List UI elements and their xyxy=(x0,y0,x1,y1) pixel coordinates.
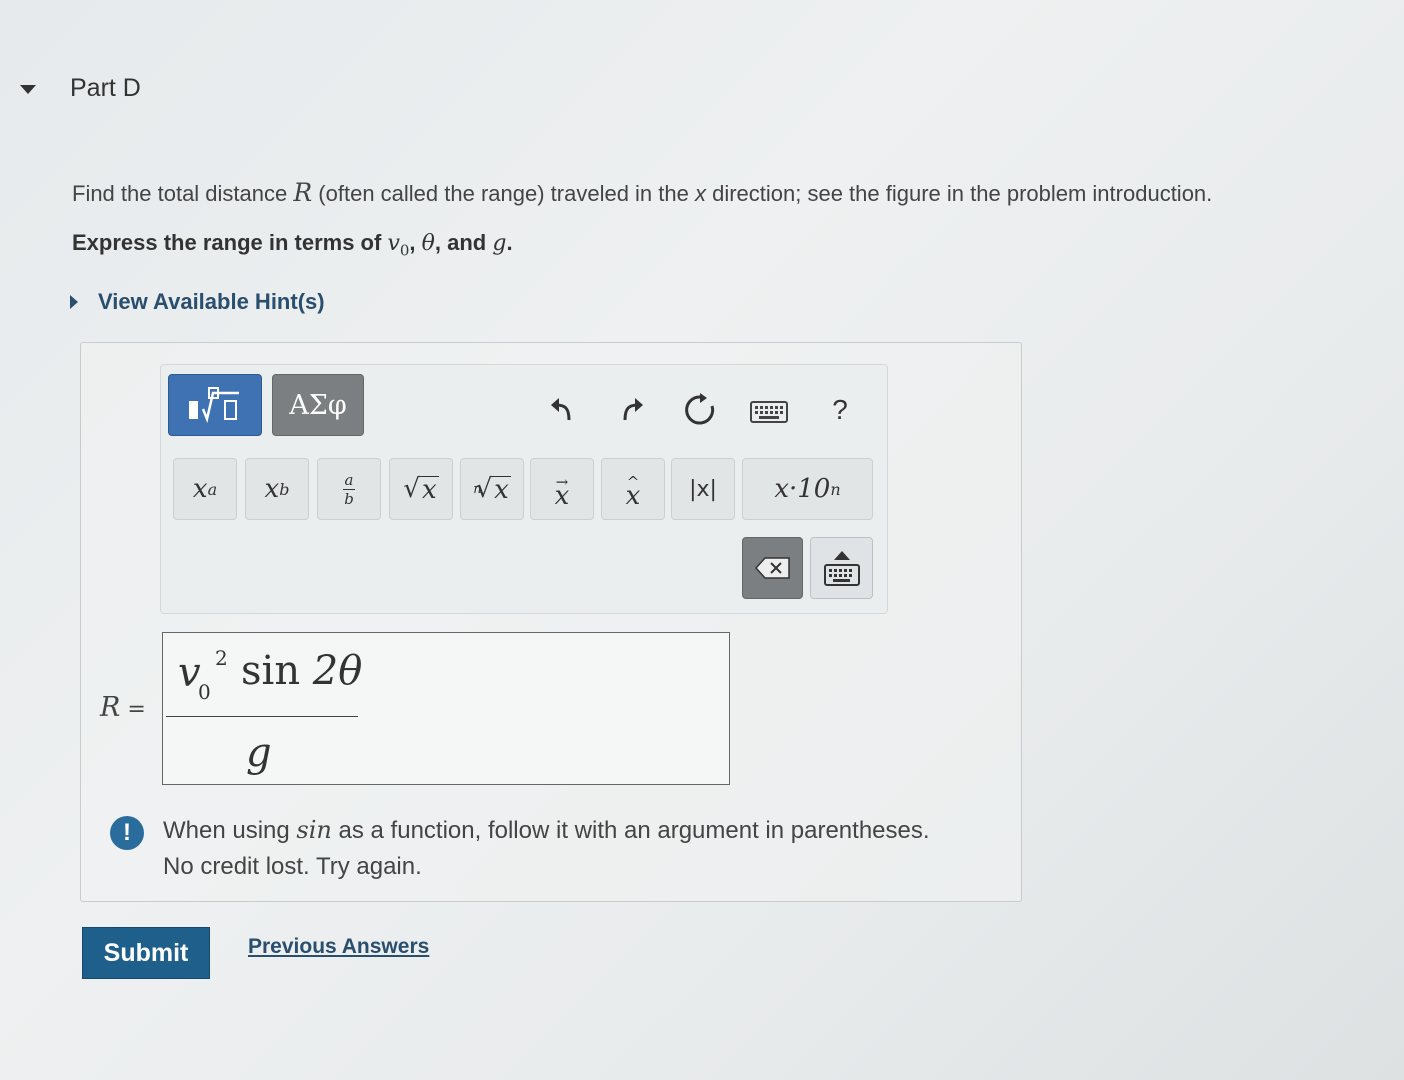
feedback-line2: No credit lost. Try again. xyxy=(163,853,422,880)
undo-button[interactable] xyxy=(542,389,582,429)
previous-answers-link[interactable]: Previous Answers xyxy=(248,935,429,959)
var-x: x xyxy=(694,181,706,206)
templates-button[interactable] xyxy=(168,374,262,436)
feedback-message: When using sin as a function, follow it … xyxy=(163,812,930,885)
scientific-notation-key[interactable]: x·10 n xyxy=(742,458,873,520)
express-end: . xyxy=(506,230,513,255)
function-argument: 2θ xyxy=(300,648,363,694)
question-text: Find the total distance R (often called … xyxy=(72,178,1212,207)
answer-label: R = xyxy=(100,692,146,723)
view-hints-link[interactable]: View Available Hint(s) xyxy=(70,289,325,315)
answer-label-eq: = xyxy=(120,697,146,722)
key-hat-var: x xyxy=(625,481,641,511)
subscript-key[interactable]: xb xyxy=(245,458,309,520)
keyboard-shortcuts-button[interactable] xyxy=(748,392,790,432)
key-base: x xyxy=(192,474,208,504)
key-sci-exponent: n xyxy=(830,479,841,499)
numerator-function: sin 2θ xyxy=(241,648,362,694)
templates-icon xyxy=(189,387,239,424)
feedback-function: sin xyxy=(296,816,332,844)
virtual-keyboard-toggle[interactable] xyxy=(810,537,873,599)
root-icon: √ xyxy=(475,474,493,504)
delete-button[interactable] xyxy=(742,537,803,599)
function-name: sin xyxy=(241,648,301,694)
numerator-subscript: 0 xyxy=(198,680,211,704)
keyboard-icon xyxy=(750,401,788,423)
hint-label: View Available Hint(s) xyxy=(98,289,325,314)
arrow-up-icon xyxy=(833,550,850,560)
absolute-value-key[interactable]: |x| xyxy=(671,458,735,520)
denominator: g xyxy=(246,730,272,776)
var-v0: v xyxy=(387,231,400,256)
var-theta: θ xyxy=(421,231,435,256)
keyboard-icon xyxy=(823,563,860,586)
key-radicand: x xyxy=(419,474,439,505)
question-suffix: direction; see the figure in the problem… xyxy=(705,181,1213,206)
express-sep2: , and xyxy=(434,230,493,255)
key-denominator: b xyxy=(344,489,354,508)
key-exponent: a xyxy=(207,479,218,499)
reset-button[interactable] xyxy=(680,390,720,430)
redo-icon xyxy=(623,398,643,421)
express-sep1: , xyxy=(409,230,422,255)
express-prefix: Express the range in terms of xyxy=(72,230,388,255)
key-radicand: x xyxy=(492,474,511,505)
greek-symbols-button[interactable]: ΑΣφ xyxy=(272,374,364,436)
redo-button[interactable] xyxy=(612,389,652,429)
answer-label-var: R xyxy=(100,692,121,723)
key-vector-var: x xyxy=(554,481,570,511)
sqrt-icon: √ xyxy=(403,474,420,504)
var-g: g xyxy=(492,231,507,256)
key-base: x xyxy=(264,474,280,504)
nth-root-key[interactable]: n √ x xyxy=(460,458,524,520)
backspace-icon xyxy=(754,557,790,579)
help-button[interactable]: ? xyxy=(820,390,860,430)
superscript-key[interactable]: xa xyxy=(173,458,237,520)
part-title: Part D xyxy=(70,74,141,102)
collapse-caret-icon[interactable] xyxy=(20,85,36,94)
unit-vector-key[interactable]: ^ x xyxy=(601,458,665,520)
vector-key[interactable]: → x xyxy=(530,458,594,520)
reset-icon xyxy=(685,393,715,425)
key-subscript: b xyxy=(279,479,290,499)
feedback-line1: When using sin as a function, follow it … xyxy=(163,812,930,849)
fraction-bar xyxy=(166,716,358,717)
var-r: R xyxy=(293,178,313,207)
submit-button[interactable]: Submit xyxy=(82,927,210,979)
part-header[interactable]: Part D xyxy=(20,74,141,103)
undo-icon xyxy=(551,398,571,421)
feedback-prefix: When using xyxy=(163,817,297,844)
express-instruction: Express the range in terms of v0, θ, and… xyxy=(72,230,513,259)
expand-caret-icon xyxy=(70,295,78,309)
var-v0-subscript: 0 xyxy=(399,241,410,260)
key-sci-base: x·10 xyxy=(774,474,831,504)
sqrt-key[interactable]: √ x xyxy=(389,458,453,520)
warning-icon: ! xyxy=(110,816,144,850)
key-numerator: a xyxy=(344,470,354,489)
numerator-exponent: 2 xyxy=(215,646,228,670)
feedback-suffix: as a function, follow it with an argumen… xyxy=(331,817,930,844)
question-prefix: Find the total distance xyxy=(72,181,294,206)
fraction-key[interactable]: a b xyxy=(317,458,381,520)
question-middle: (often called the range) traveled in the xyxy=(312,181,695,206)
